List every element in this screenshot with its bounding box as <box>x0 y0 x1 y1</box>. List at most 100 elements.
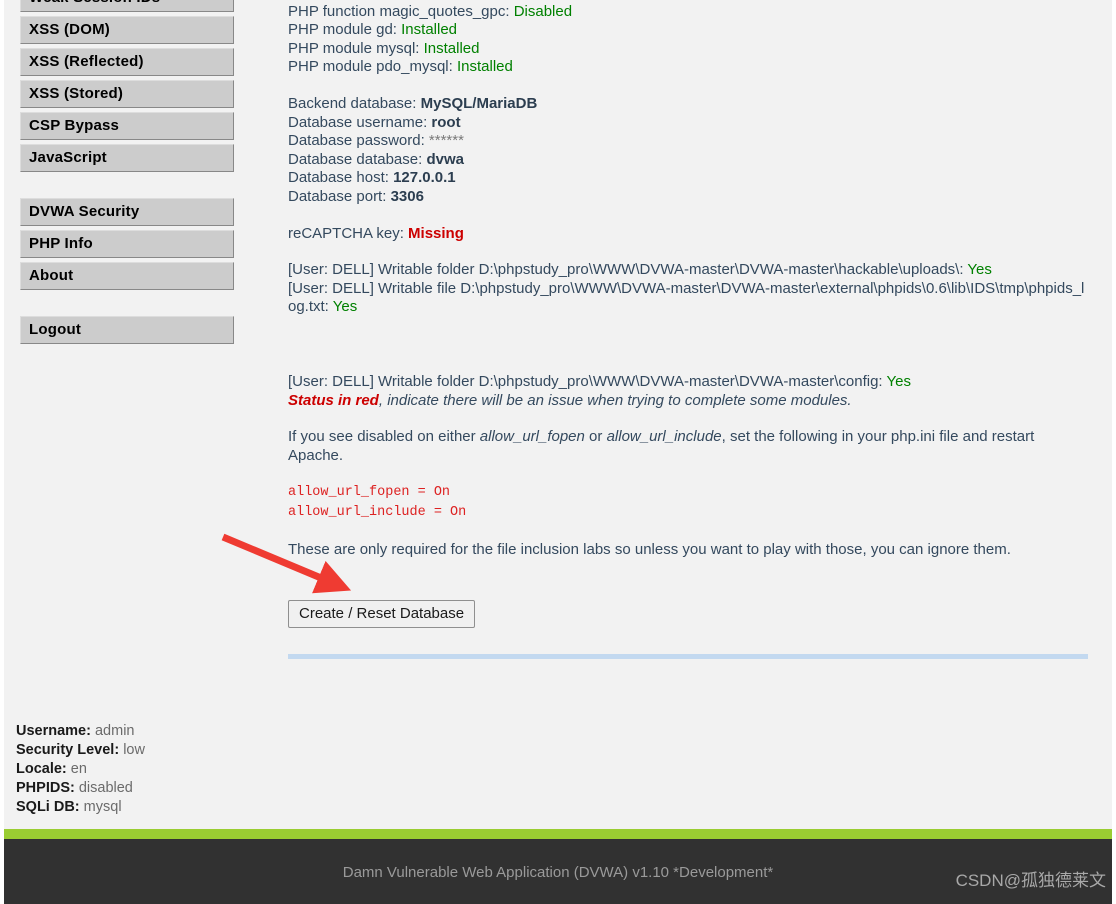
writable-path-label: [User: DELL] Writable folder D:\phpstudy… <box>288 372 883 390</box>
status-row-phpids: PHPIDS: disabled <box>16 779 145 798</box>
status-red-rest: , indicate there will be an issue when t… <box>378 391 852 409</box>
file-inclusion-note: These are only required for the file inc… <box>288 541 1011 559</box>
status-value-security-level: low <box>123 742 145 758</box>
db-value: MySQL/MariaDB <box>420 94 538 112</box>
db-value: root <box>431 113 461 131</box>
db-label: Database database: <box>288 150 423 168</box>
footer-text: Damn Vulnerable Web Application (DVWA) v… <box>342 864 774 881</box>
db-row: Database password: ****** <box>288 132 1088 151</box>
note-part-b: or <box>584 428 607 446</box>
sidebar-item-about[interactable]: About <box>20 262 234 290</box>
setup-content: PHP function allow_url_fopen: Enabled PH… <box>288 0 1088 659</box>
php-check-value: Installed <box>401 21 458 39</box>
writable-path-row: [User: DELL] Writable folder D:\phpstudy… <box>288 261 1088 280</box>
writable-path-value: Yes <box>332 298 358 316</box>
writable-path-row: [User: DELL] Writable file D:\phpstudy_p… <box>288 280 1088 317</box>
allow-url-note-block: If you see disabled on either allow_url_… <box>288 428 1088 465</box>
php-check-label: PHP function allow_url_fopen: <box>288 0 489 1</box>
status-label-sqli-db: SQLi DB: <box>16 799 80 815</box>
sidebar-item-php-info[interactable]: PHP Info <box>20 230 234 258</box>
php-check-row: PHP module pdo_mysql: Installed <box>288 58 1088 77</box>
php-check-value: Enabled <box>493 0 548 1</box>
db-label: Backend database: <box>288 94 417 112</box>
sidebar-item-javascript[interactable]: JavaScript <box>20 144 234 172</box>
ini-line-allow-url-include: allow_url_include = On <box>288 505 467 521</box>
sidebar-item-label: XSS (Stored) <box>29 85 124 102</box>
allow-url-note: If you see disabled on either allow_url_… <box>288 428 1088 465</box>
php-check-row: PHP function magic_quotes_gpc: Disabled <box>288 3 1088 22</box>
green-accent-bar <box>4 829 1112 839</box>
status-value-locale: en <box>70 761 87 777</box>
content-divider <box>288 653 1088 659</box>
sidebar-item-dvwa-security[interactable]: DVWA Security <box>20 198 234 226</box>
status-red-lead: Status in red <box>288 391 379 409</box>
php-check-label: PHP module mysql: <box>288 39 420 57</box>
writable-path-value: Yes <box>886 372 911 390</box>
php-check-value: Installed <box>456 58 513 76</box>
status-red-note: Status in red, indicate there will be an… <box>288 392 1088 411</box>
db-value: dvwa <box>426 150 464 168</box>
recaptcha-value: Missing <box>408 224 464 242</box>
sidebar-item-xss-dom[interactable]: XSS (DOM) <box>20 16 234 44</box>
php-check-value: Disabled <box>513 2 573 20</box>
sidebar-item-label: CSP Bypass <box>29 117 120 134</box>
database-config-block: Backend database: MySQL/MariaDB Database… <box>288 95 1088 207</box>
sidebar-item-xss-stored[interactable]: XSS (Stored) <box>20 80 234 108</box>
status-value-phpids: disabled <box>78 780 133 796</box>
db-label: Database username: <box>288 113 428 131</box>
php-check-row: PHP module gd: Installed <box>288 21 1088 40</box>
db-row: Database username: root <box>288 114 1088 133</box>
writable-paths-block: [User: DELL] Writable folder D:\phpstudy… <box>288 261 1088 317</box>
writable-path-label: [User: DELL] Writable file D:\phpstudy_p… <box>288 279 1085 316</box>
php-check-label: PHP module pdo_mysql: <box>288 58 453 76</box>
sidebar-item-label: JavaScript <box>29 149 107 166</box>
sidebar-item-label: Weak Session IDs <box>29 0 160 6</box>
dvwa-setup-page: Weak Session IDs XSS (DOM) XSS (Reflecte… <box>0 0 1116 904</box>
recaptcha-block: reCAPTCHA key: Missing <box>288 225 1088 244</box>
php-check-row: PHP module mysql: Installed <box>288 40 1088 59</box>
sidebar-item-xss-reflected[interactable]: XSS (Reflected) <box>20 48 234 76</box>
csdn-watermark: CSDN@孤独德莱文 <box>955 871 1106 890</box>
sidebar-item-weak-session-ids[interactable]: Weak Session IDs <box>20 0 234 12</box>
sidebar-group-divider-2 <box>20 294 234 316</box>
db-row: Database database: dvwa <box>288 151 1088 170</box>
status-value-username: admin <box>94 723 135 739</box>
sidebar-item-label: XSS (Reflected) <box>29 53 144 70</box>
db-value: 127.0.0.1 <box>393 169 456 187</box>
status-label-phpids: PHPIDS: <box>16 780 75 796</box>
status-label-security-level: Security Level: <box>16 742 120 758</box>
sidebar-item-logout[interactable]: Logout <box>20 316 234 344</box>
db-row: Backend database: MySQL/MariaDB <box>288 95 1088 114</box>
db-label: Database password: <box>288 132 425 150</box>
note-em-allow-url-include: allow_url_include <box>606 428 722 446</box>
php-check-label: PHP module gd: <box>288 21 397 39</box>
config-writable-block: [User: DELL] Writable folder D:\phpstudy… <box>288 373 1088 410</box>
status-row-username: Username: admin <box>16 722 145 741</box>
sidebar-group-divider <box>20 176 234 198</box>
db-label: Database port: <box>288 187 387 205</box>
recaptcha-label: reCAPTCHA key: <box>288 224 404 242</box>
php-check-value: Installed <box>423 39 480 57</box>
page-footer: Damn Vulnerable Web Application (DVWA) v… <box>4 839 1112 904</box>
sidebar-item-label: DVWA Security <box>29 203 140 220</box>
note-part-a: If you see disabled on either <box>288 428 480 446</box>
sidebar-item-csp-bypass[interactable]: CSP Bypass <box>20 112 234 140</box>
writable-path-value: Yes <box>967 261 992 279</box>
create-reset-database-button[interactable]: Create / Reset Database <box>288 599 476 628</box>
status-label-locale: Locale: <box>16 761 67 777</box>
status-row-locale: Locale: en <box>16 760 145 779</box>
status-value-sqli-db: mysql <box>83 799 122 815</box>
db-row: Database host: 127.0.0.1 <box>288 169 1088 188</box>
sidebar-item-label: Logout <box>29 321 82 338</box>
db-value-masked: ****** <box>428 132 464 150</box>
recaptcha-row: reCAPTCHA key: Missing <box>288 225 1088 244</box>
ini-line-allow-url-fopen: allow_url_fopen = On <box>288 485 451 501</box>
db-label: Database host: <box>288 169 389 187</box>
sidebar-navigation: Weak Session IDs XSS (DOM) XSS (Reflecte… <box>20 0 234 348</box>
status-row-sqli-db: SQLi DB: mysql <box>16 798 145 817</box>
sidebar-item-label: About <box>29 267 74 284</box>
note-em-allow-url-fopen: allow_url_fopen <box>479 428 585 446</box>
db-row: Database port: 3306 <box>288 188 1088 207</box>
php-check-label: PHP function magic_quotes_gpc: <box>288 2 510 20</box>
